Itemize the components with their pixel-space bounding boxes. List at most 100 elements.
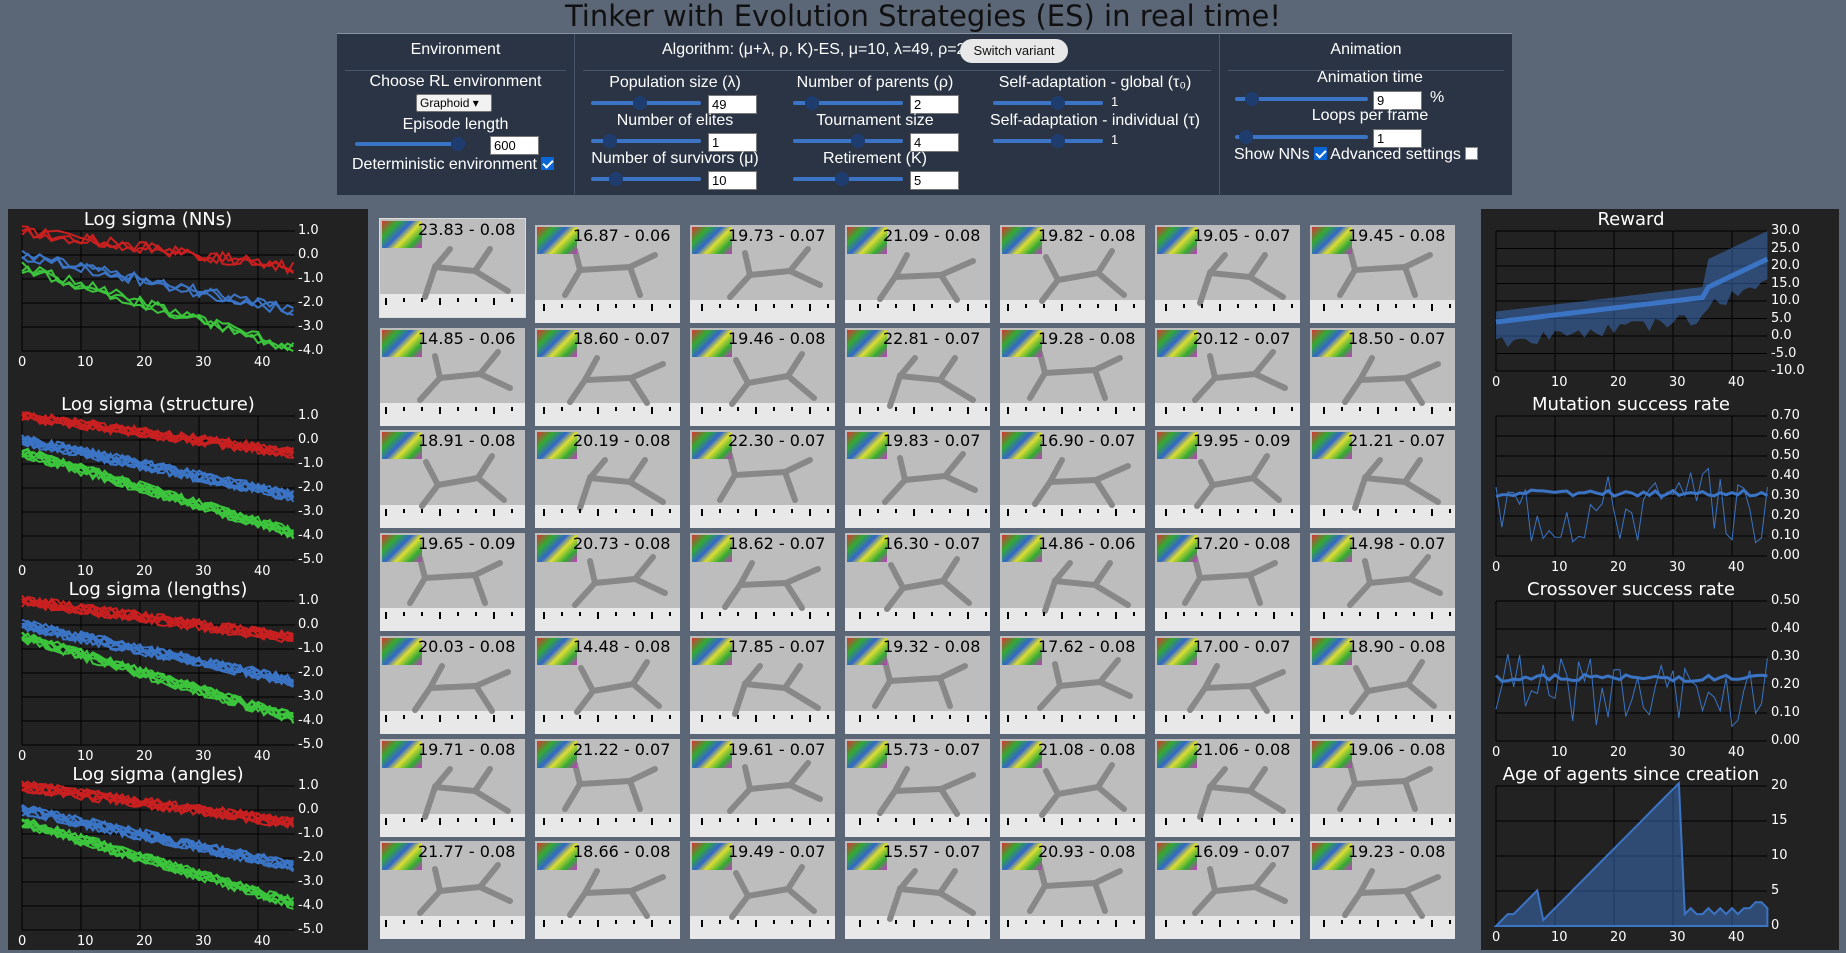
agent-cell[interactable]: 16.09 - 0.07: [1155, 841, 1300, 940]
agent-cell[interactable]: 14.98 - 0.07: [1310, 533, 1455, 632]
agent-cell[interactable]: 19.73 - 0.07: [690, 225, 835, 323]
y-tick-label: 0.10: [1771, 705, 1800, 720]
episode-length-slider[interactable]: [355, 137, 465, 151]
agent-cell[interactable]: 16.87 - 0.06: [535, 225, 680, 323]
agent-cell[interactable]: 19.65 - 0.09: [380, 533, 525, 632]
agent-cell[interactable]: 17.62 - 0.08: [1000, 635, 1145, 734]
loops-slider[interactable]: [1235, 130, 1368, 144]
x-tick-label: 20: [1610, 930, 1627, 945]
agent-cell[interactable]: 18.50 - 0.07: [1310, 327, 1455, 426]
environment-section: Environment Choose RL environment Grapho…: [337, 34, 574, 196]
sa-global-slider[interactable]: [993, 96, 1103, 110]
x-tick-label: 40: [254, 564, 271, 579]
nn-thumbnail: [847, 227, 887, 254]
agent-cell[interactable]: 19.49 - 0.07: [690, 841, 835, 940]
agent-cell[interactable]: 20.19 - 0.08: [535, 430, 680, 529]
slider-thumb[interactable]: [1239, 130, 1253, 144]
episode-length-input[interactable]: 600: [490, 136, 539, 155]
tournament-slider[interactable]: [793, 134, 903, 148]
parents-slider[interactable]: [793, 96, 903, 110]
agent-cell[interactable]: 22.30 - 0.07: [690, 430, 835, 529]
agent-cell[interactable]: 19.83 - 0.07: [845, 430, 990, 529]
agent-cell[interactable]: 20.12 - 0.07: [1155, 327, 1300, 426]
agent-cell[interactable]: 14.86 - 0.06: [1000, 533, 1145, 632]
agent-cell[interactable]: 21.22 - 0.07: [535, 738, 680, 837]
agent-score: 14.98 - 0.07: [1348, 534, 1446, 554]
slider-thumb[interactable]: [451, 137, 465, 151]
agent-cell[interactable]: 21.77 - 0.08: [380, 841, 525, 940]
agent-cell[interactable]: 19.82 - 0.08: [1000, 225, 1145, 323]
agent-cell[interactable]: 22.81 - 0.07: [845, 327, 990, 426]
slider-thumb[interactable]: [1051, 96, 1065, 110]
agent-cell[interactable]: 19.05 - 0.07: [1155, 225, 1300, 323]
agent-score: 16.30 - 0.07: [883, 534, 981, 554]
y-tick-label: 0.20: [1771, 508, 1800, 523]
agent-cell[interactable]: 21.09 - 0.08: [845, 225, 990, 323]
show-nns-checkbox[interactable]: [1313, 147, 1327, 160]
y-tick-label: 0.30: [1771, 649, 1800, 664]
slider-thumb[interactable]: [835, 172, 849, 186]
nn-thumbnail: [692, 432, 732, 460]
x-tick-label: 10: [1551, 375, 1568, 390]
agent-cell[interactable]: 19.23 - 0.08: [1310, 841, 1455, 940]
agent-cell[interactable]: 19.61 - 0.07: [690, 738, 835, 837]
agent-cell[interactable]: 19.32 - 0.08: [845, 635, 990, 734]
agent-cell[interactable]: 23.83 - 0.08: [379, 218, 526, 318]
retirement-slider[interactable]: [793, 172, 903, 186]
y-tick-label: 0.20: [1771, 677, 1800, 692]
advanced-checkbox[interactable]: [1464, 147, 1478, 160]
nn-thumbnail: [382, 535, 422, 563]
agent-cell[interactable]: 19.71 - 0.08: [380, 738, 525, 837]
agent-cell[interactable]: 20.03 - 0.08: [380, 635, 525, 734]
sa-global-value: 1: [1111, 94, 1119, 109]
slider-thumb[interactable]: [1245, 92, 1259, 106]
animation-time-slider[interactable]: [1235, 92, 1368, 106]
agent-cell[interactable]: 19.28 - 0.08: [1000, 327, 1145, 426]
deterministic-checkbox[interactable]: [540, 157, 554, 170]
survivors-input[interactable]: 10: [708, 171, 757, 190]
slider-thumb[interactable]: [1051, 134, 1065, 148]
agent-cell[interactable]: 21.06 - 0.08: [1155, 738, 1300, 837]
agent-score: 18.60 - 0.07: [573, 328, 671, 348]
slider-thumb[interactable]: [851, 134, 865, 148]
sa-indiv-slider[interactable]: [993, 134, 1103, 148]
agent-cell[interactable]: 20.93 - 0.08: [1000, 841, 1145, 940]
agent-cell[interactable]: 19.95 - 0.09: [1155, 430, 1300, 529]
agent-cell[interactable]: 14.85 - 0.06: [380, 327, 525, 426]
agent-cell[interactable]: 18.90 - 0.08: [1310, 635, 1455, 734]
switch-variant-button[interactable]: Switch variant: [960, 39, 1068, 63]
agent-cell[interactable]: 16.90 - 0.07: [1000, 430, 1145, 529]
agent-cell[interactable]: 19.06 - 0.08: [1310, 738, 1455, 837]
nn-thumbnail: [692, 329, 732, 357]
slider-thumb[interactable]: [603, 134, 617, 148]
agent-cell[interactable]: 21.21 - 0.07: [1310, 430, 1455, 529]
percent-unit: %: [1430, 89, 1445, 106]
agent-cell[interactable]: 19.45 - 0.08: [1310, 225, 1455, 323]
env-select[interactable]: Graphoid ▾: [416, 94, 492, 112]
slider-thumb[interactable]: [633, 96, 647, 110]
agent-cell[interactable]: 15.57 - 0.07: [845, 841, 990, 940]
agent-cell[interactable]: 18.66 - 0.08: [535, 841, 680, 940]
slider-thumb[interactable]: [805, 96, 819, 110]
agent-score: 19.06 - 0.08: [1348, 739, 1446, 759]
agent-cell[interactable]: 20.73 - 0.08: [535, 533, 680, 632]
y-tick-label: 0.00: [1771, 733, 1800, 748]
elites-slider[interactable]: [591, 134, 701, 148]
agent-cell[interactable]: 14.48 - 0.08: [535, 635, 680, 734]
survivors-slider[interactable]: [591, 172, 701, 186]
retirement-input[interactable]: 5: [910, 171, 959, 190]
agent-cell[interactable]: 16.30 - 0.07: [845, 533, 990, 632]
agent-cell[interactable]: 17.00 - 0.07: [1155, 635, 1300, 734]
pop-size-slider[interactable]: [591, 96, 701, 110]
agent-cell[interactable]: 21.08 - 0.08: [1000, 738, 1145, 837]
agent-cell[interactable]: 15.73 - 0.07: [845, 738, 990, 837]
x-tick-label: 10: [77, 934, 94, 949]
agent-cell[interactable]: 17.85 - 0.07: [690, 635, 835, 734]
agent-cell[interactable]: 19.46 - 0.08: [690, 327, 835, 426]
agent-cell[interactable]: 18.62 - 0.07: [690, 533, 835, 632]
agent-cell[interactable]: 18.60 - 0.07: [535, 327, 680, 426]
agent-cell[interactable]: 18.91 - 0.08: [380, 430, 525, 529]
y-tick-label: -5.0: [298, 737, 324, 752]
agent-cell[interactable]: 17.20 - 0.08: [1155, 533, 1300, 632]
slider-thumb[interactable]: [609, 172, 623, 186]
